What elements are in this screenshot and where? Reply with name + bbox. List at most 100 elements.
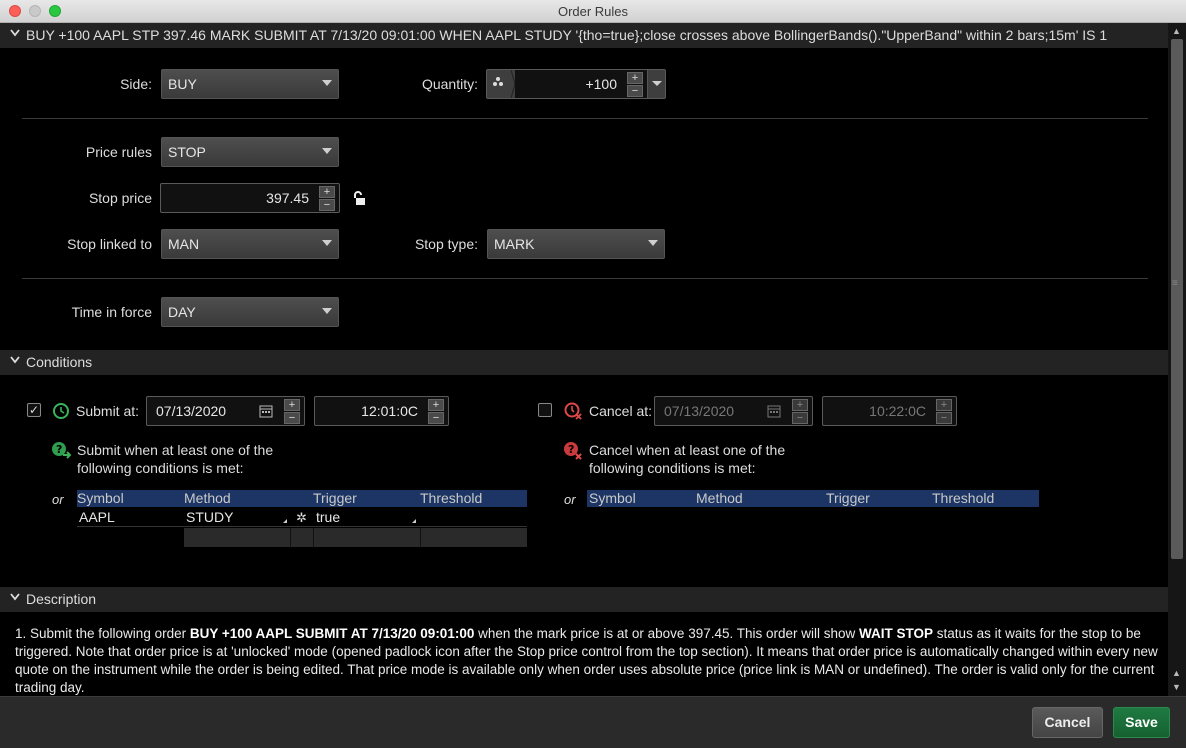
title-bar: Order Rules xyxy=(0,0,1186,23)
cancel-at-checkbox[interactable] xyxy=(538,403,552,417)
cancel-or-label: or xyxy=(564,492,576,507)
scroll-up-arrow-icon[interactable]: ▲ xyxy=(1172,26,1181,36)
method-dropdown-icon[interactable] xyxy=(283,519,287,523)
quantity-stepper[interactable]: +100 + − xyxy=(486,69,666,99)
submit-or-label: or xyxy=(52,492,64,507)
time-in-force-value: DAY xyxy=(168,304,196,320)
condition-trigger[interactable]: true xyxy=(316,509,340,525)
cancel-hint-line1: Cancel when at least one of the xyxy=(589,442,786,458)
submit-time-field[interactable]: 12:01:0C + − xyxy=(314,396,449,426)
stop-type-value: MARK xyxy=(494,236,535,252)
time-in-force-dropdown[interactable]: DAY xyxy=(161,297,339,327)
cancel-hint-line2: following conditions is met: xyxy=(589,460,756,476)
cancel-clock-icon xyxy=(564,402,582,423)
calendar-icon[interactable] xyxy=(767,404,781,421)
caret-down-icon xyxy=(322,308,332,314)
scrollbar-thumb[interactable] xyxy=(1171,39,1183,559)
stop-price-value: 397.45 xyxy=(266,190,309,206)
stop-price-decrement-button[interactable]: − xyxy=(319,199,335,211)
conditions-header[interactable]: Conditions xyxy=(0,350,1168,375)
window-title: Order Rules xyxy=(557,4,629,19)
column-header-trigger: Trigger xyxy=(826,490,870,506)
quantity-preset-icon[interactable] xyxy=(487,69,516,99)
column-header-threshold: Threshold xyxy=(420,490,483,506)
stop-linked-label: Stop linked to xyxy=(67,236,152,252)
submit-date-field[interactable]: 07/13/2020 + − xyxy=(146,396,305,426)
trigger-dropdown-icon[interactable] xyxy=(412,519,416,523)
stop-price-label: Stop price xyxy=(88,190,152,206)
cancel-date-increment-button[interactable]: + xyxy=(792,399,808,411)
vertical-scrollbar[interactable]: ▲ ≡ ▲ ▼ xyxy=(1168,23,1186,696)
caret-down-icon xyxy=(322,148,332,154)
column-header-symbol: Symbol xyxy=(589,490,636,506)
stop-price-increment-button[interactable]: + xyxy=(319,186,335,198)
column-header-trigger: Trigger xyxy=(313,490,357,506)
submit-condition-icon: ? xyxy=(51,441,72,464)
order-rules-panel: BUY +100 AAPL STP 397.46 MARK SUBMIT AT … xyxy=(0,23,1168,696)
stop-linked-value: MAN xyxy=(168,236,200,252)
price-rules-value: STOP xyxy=(168,144,206,160)
price-rules-dropdown[interactable]: STOP xyxy=(161,137,339,167)
column-header-threshold: Threshold xyxy=(932,490,995,506)
stop-type-dropdown[interactable]: MARK xyxy=(487,229,665,259)
stop-price-field[interactable]: 397.45 + − xyxy=(160,183,340,213)
conditions-title: Conditions xyxy=(26,354,93,370)
scroll-up-arrow-icon[interactable]: ▲ xyxy=(1172,668,1181,678)
cancel-date-value: 07/13/2020 xyxy=(664,403,735,419)
cancel-time-field[interactable]: 10:22:0C + − xyxy=(822,396,957,426)
submit-time-increment-button[interactable]: + xyxy=(428,399,444,411)
cancel-time-increment-button[interactable]: + xyxy=(936,399,952,411)
quantity-decrement-button[interactable]: − xyxy=(627,85,643,97)
column-header-symbol: Symbol xyxy=(77,490,124,506)
table-row[interactable]: AAPL STUDY ✲ true xyxy=(77,509,527,527)
condition-method[interactable]: STUDY xyxy=(186,509,233,525)
description-part: 1. Submit the following order xyxy=(15,626,190,641)
description-order-text: BUY +100 AAPL SUBMIT AT 7/13/20 09:01:00 xyxy=(189,626,475,641)
condition-symbol[interactable]: AAPL xyxy=(79,509,115,525)
gear-icon[interactable]: ✲ xyxy=(296,510,307,526)
svg-text:?: ? xyxy=(568,443,574,456)
column-header-method: Method xyxy=(184,490,231,506)
calendar-icon[interactable] xyxy=(259,404,273,421)
order-summary-text: BUY +100 AAPL STP 397.46 MARK SUBMIT AT … xyxy=(26,27,1108,43)
quantity-dropdown-button[interactable] xyxy=(647,70,665,98)
dialog-footer: Cancel Save xyxy=(0,696,1186,748)
cancel-time-decrement-button[interactable]: − xyxy=(936,412,952,424)
side-label: Side: xyxy=(120,76,152,92)
quantity-increment-button[interactable]: + xyxy=(627,72,643,84)
order-summary-header[interactable]: BUY +100 AAPL STP 397.46 MARK SUBMIT AT … xyxy=(0,23,1168,48)
chevron-down-icon xyxy=(10,592,20,604)
submit-date-increment-button[interactable]: + xyxy=(284,399,300,411)
submit-hint-line1: Submit when at least one of the xyxy=(77,442,274,458)
stop-linked-dropdown[interactable]: MAN xyxy=(161,229,339,259)
caret-down-icon xyxy=(322,240,332,246)
caret-down-icon xyxy=(322,80,332,86)
cancel-conditions-header: Symbol Method Trigger Threshold xyxy=(587,490,1039,507)
description-part: when the mark price is at or above 397.4… xyxy=(474,626,860,641)
quantity-label: Quantity: xyxy=(421,76,478,92)
scroll-down-arrow-icon[interactable]: ▼ xyxy=(1172,682,1181,692)
submit-date-decrement-button[interactable]: − xyxy=(284,412,300,424)
divider xyxy=(22,278,1148,279)
grip-icon[interactable]: ≡ xyxy=(1172,278,1178,289)
unlocked-padlock-icon[interactable] xyxy=(352,191,368,210)
cancel-date-decrement-button[interactable]: − xyxy=(792,412,808,424)
quantity-value: +100 xyxy=(585,76,617,92)
description-text: 1. Submit the following order BUY +100 A… xyxy=(15,625,1165,696)
submit-at-checkbox[interactable]: ✓ xyxy=(27,403,41,417)
save-button[interactable]: Save xyxy=(1113,707,1170,738)
cancel-condition-icon: ? xyxy=(563,441,583,464)
cancel-date-field[interactable]: 07/13/2020 + − xyxy=(654,396,813,426)
submit-at-label: Submit at: xyxy=(76,403,140,419)
side-value: BUY xyxy=(168,76,197,92)
submit-time-decrement-button[interactable]: − xyxy=(428,412,444,424)
cancel-at-label: Cancel at: xyxy=(589,403,653,419)
side-dropdown[interactable]: BUY xyxy=(161,69,339,99)
submit-clock-icon xyxy=(52,402,70,423)
svg-text:?: ? xyxy=(56,443,62,456)
chevron-down-icon xyxy=(10,355,20,367)
description-header[interactable]: Description xyxy=(0,587,1168,612)
submit-conditions-header: Symbol Method Trigger Threshold xyxy=(77,490,527,507)
cancel-button[interactable]: Cancel xyxy=(1032,707,1103,738)
stop-type-label: Stop type: xyxy=(414,236,478,252)
